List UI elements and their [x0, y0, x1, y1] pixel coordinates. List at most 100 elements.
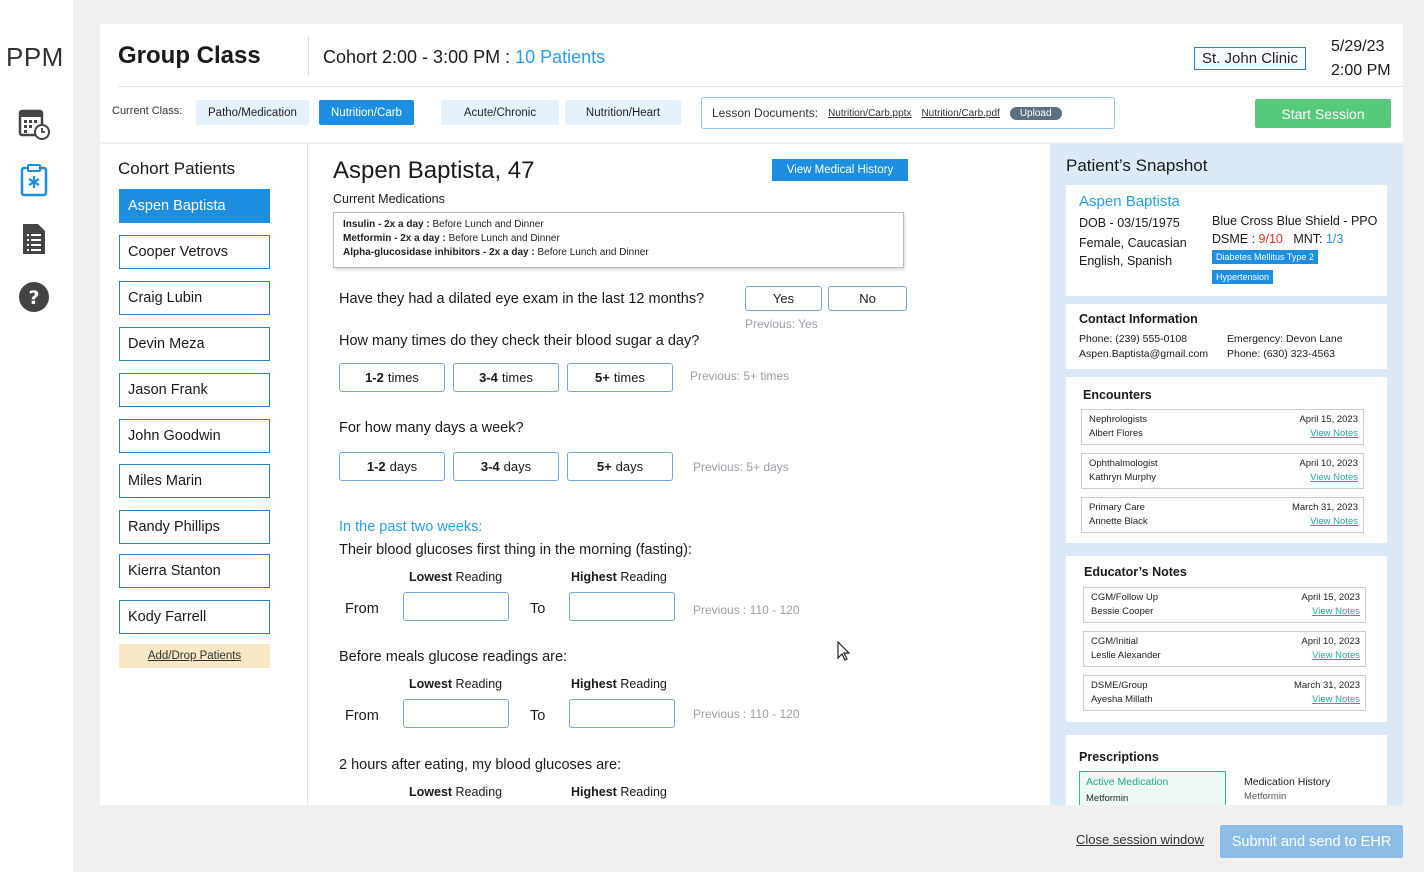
view-notes-link[interactable]: View Notes — [1312, 694, 1360, 705]
fasting-highest-input[interactable] — [569, 592, 675, 621]
session-time: 2:00 PM — [1331, 62, 1391, 79]
fasting-question: Their blood glucoses first thing in the … — [339, 542, 693, 558]
days-option-1-2[interactable]: 1-2 days — [339, 452, 445, 481]
prescriptions-card: Prescriptions Active Medication Metformi… — [1066, 735, 1387, 805]
patient-item[interactable]: Jason Frank — [119, 373, 270, 407]
session-header: Group Class Cohort 2:00 - 3:00 PM : 10 P… — [100, 24, 1403, 142]
class-tab-patho-medication[interactable]: Patho/Medication — [196, 100, 309, 125]
class-tab-acute-chronic[interactable]: Acute/Chronic — [441, 100, 559, 125]
mouse-cursor-icon — [837, 640, 851, 666]
patient-phone: Phone: (239) 555-0108 — [1079, 333, 1187, 345]
patient-summary-card: Aspen Baptista DOB - 03/15/1975 Female, … — [1066, 185, 1387, 296]
before-lowest-input[interactable] — [403, 699, 509, 728]
upload-button[interactable]: Upload — [1009, 106, 1062, 120]
educator-notes-title: Educator’s Notes — [1084, 565, 1187, 579]
patient-item[interactable]: Randy Phillips — [119, 510, 270, 544]
emergency-phone: Phone: (630) 323-4563 — [1227, 348, 1335, 360]
patient-item[interactable]: Kierra Stanton — [119, 554, 270, 588]
lesson-file-pptx[interactable]: Nutrition/Carb.pptx — [828, 108, 911, 119]
patient-dob: DOB - 03/15/1975 — [1079, 216, 1180, 230]
encounter-item: Nephrologists Albert Flores April 15, 202… — [1081, 409, 1364, 445]
submit-ehr-button[interactable]: Submit and send to EHR — [1220, 825, 1403, 858]
encounter-item: Primary Care Annette Black March 31, 2023… — [1081, 497, 1364, 533]
contact-card: Contact Information Phone: (239) 555-010… — [1066, 304, 1387, 369]
eye-exam-yes-button[interactable]: Yes — [745, 286, 822, 311]
class-tab-nutrition-heart[interactable]: Nutrition/Heart — [565, 100, 681, 125]
before-from-label: From — [345, 708, 379, 724]
emergency-contact: Emergency: Devon Lane — [1227, 333, 1343, 345]
contact-title: Contact Information — [1079, 312, 1198, 326]
cohort-patient-count[interactable]: 10 Patients — [515, 47, 605, 67]
view-notes-link[interactable]: View Notes — [1312, 606, 1360, 617]
view-notes-link[interactable]: View Notes — [1310, 516, 1358, 527]
main-panel: Cohort Patients Aspen Baptista Cooper Ve… — [100, 144, 1050, 805]
past-two-weeks-heading: In the past two weeks: — [339, 519, 483, 535]
times-option-5-plus[interactable]: 5+ times — [567, 363, 673, 392]
fasting-to-label: To — [530, 601, 546, 617]
eye-exam-previous: Previous: Yes — [745, 317, 818, 331]
patient-item[interactable]: John Goodwin — [119, 419, 270, 453]
before-previous: Previous : 110 - 120 — [693, 707, 800, 721]
medication-history-value: Metformin — [1244, 791, 1287, 802]
before-highest-label: Highest Reading — [571, 677, 667, 691]
current-class-label: Current Class: — [112, 105, 183, 117]
document-list-icon[interactable] — [16, 221, 52, 257]
patient-name-title: Aspen Baptista, 47 — [333, 157, 535, 184]
class-tab-nutrition-carb[interactable]: Nutrition/Carb — [319, 100, 414, 125]
view-medical-history-button[interactable]: View Medical History — [772, 159, 908, 181]
active-medication-tab[interactable]: Active Medication Metformin — [1079, 771, 1226, 805]
days-option-5-plus[interactable]: 5+ days — [567, 452, 673, 481]
close-session-link[interactable]: Close session window — [1076, 832, 1204, 847]
cohort-time: Cohort 2:00 - 3:00 PM : — [323, 47, 516, 67]
start-session-button[interactable]: Start Session — [1255, 99, 1391, 128]
before-to-label: To — [530, 708, 546, 724]
times-option-3-4[interactable]: 3-4 times — [453, 363, 559, 392]
times-option-1-2[interactable]: 1-2 times — [339, 363, 445, 392]
help-icon[interactable]: ? — [16, 279, 52, 315]
eye-exam-no-button[interactable]: No — [828, 286, 907, 311]
patient-item[interactable]: Craig Lubin — [119, 281, 270, 315]
before-highest-input[interactable] — [569, 699, 675, 728]
patient-sex-race: Female, Caucasian — [1079, 236, 1187, 250]
current-medications-box: Insulin - 2x a day : Before Lunch and Di… — [333, 212, 904, 268]
patient-item[interactable]: Devin Meza — [119, 327, 270, 361]
patient-insurance: Blue Cross Blue Shield - PPO — [1212, 214, 1378, 228]
fasting-lowest-input[interactable] — [403, 592, 509, 621]
session-date: 5/29/23 — [1331, 38, 1385, 55]
days-question: For how many days a week? — [339, 420, 524, 436]
view-notes-link[interactable]: View Notes — [1310, 472, 1358, 483]
encounter-item: Ophthalmologist Kathryn Murphy April 10, … — [1081, 453, 1364, 489]
before-meals-question: Before meals glucose readings are: — [339, 649, 568, 665]
patient-snapshot-panel: Patient’s Snapshot Aspen Baptista DOB - … — [1050, 144, 1403, 805]
check-frequency-question: How many times do they check their blood… — [339, 333, 700, 349]
patient-dsme-mnt: DSME : 9/10 MNT: 1/3 — [1212, 232, 1344, 246]
medication-line: Insulin - 2x a day : Before Lunch and Di… — [343, 219, 544, 230]
patient-item[interactable]: Cooper Vetrovs — [119, 235, 270, 269]
add-drop-patients-button[interactable]: Add/Drop Patients — [119, 644, 270, 668]
medication-line: Alpha-glucosidase inhibitors - 2x a day … — [343, 247, 649, 258]
lesson-file-pdf[interactable]: Nutrition/Carb.pdf — [921, 108, 999, 119]
note-item: DSME/Group Ayesha Millath March 31, 2023 V… — [1083, 675, 1366, 711]
lesson-documents-label: Lesson Documents: — [712, 106, 819, 120]
medication-history-tab[interactable]: Medication History — [1244, 776, 1330, 788]
diagnosis-tag: Diabetes Mellitus Type 2 — [1212, 250, 1318, 264]
clipboard-medical-icon[interactable] — [16, 162, 52, 198]
view-notes-link[interactable]: View Notes — [1312, 650, 1360, 661]
left-nav: PPM ? — [0, 0, 73, 872]
fasting-from-label: From — [345, 601, 379, 617]
clinic-badge: St. John Clinic — [1194, 47, 1306, 70]
after-lowest-label: Lowest Reading — [409, 785, 503, 799]
patient-item[interactable]: Miles Marin — [119, 464, 270, 498]
lesson-documents: Lesson Documents: Nutrition/Carb.pptx Nu… — [701, 97, 1115, 129]
svg-text:?: ? — [28, 287, 39, 309]
patient-item[interactable]: Kody Farrell — [119, 600, 270, 634]
snapshot-title: Patient’s Snapshot — [1066, 156, 1208, 175]
snapshot-patient-name: Aspen Baptista — [1079, 193, 1180, 210]
view-notes-link[interactable]: View Notes — [1310, 428, 1358, 439]
page-title: Group Class — [118, 42, 261, 69]
days-option-3-4[interactable]: 3-4 days — [453, 452, 559, 481]
patient-languages: English, Spanish — [1079, 254, 1173, 268]
patient-email[interactable]: Aspen.Baptista@gmail.com — [1079, 348, 1208, 360]
calendar-clock-icon[interactable] — [16, 106, 52, 142]
patient-item[interactable]: Aspen Baptista — [119, 189, 270, 223]
